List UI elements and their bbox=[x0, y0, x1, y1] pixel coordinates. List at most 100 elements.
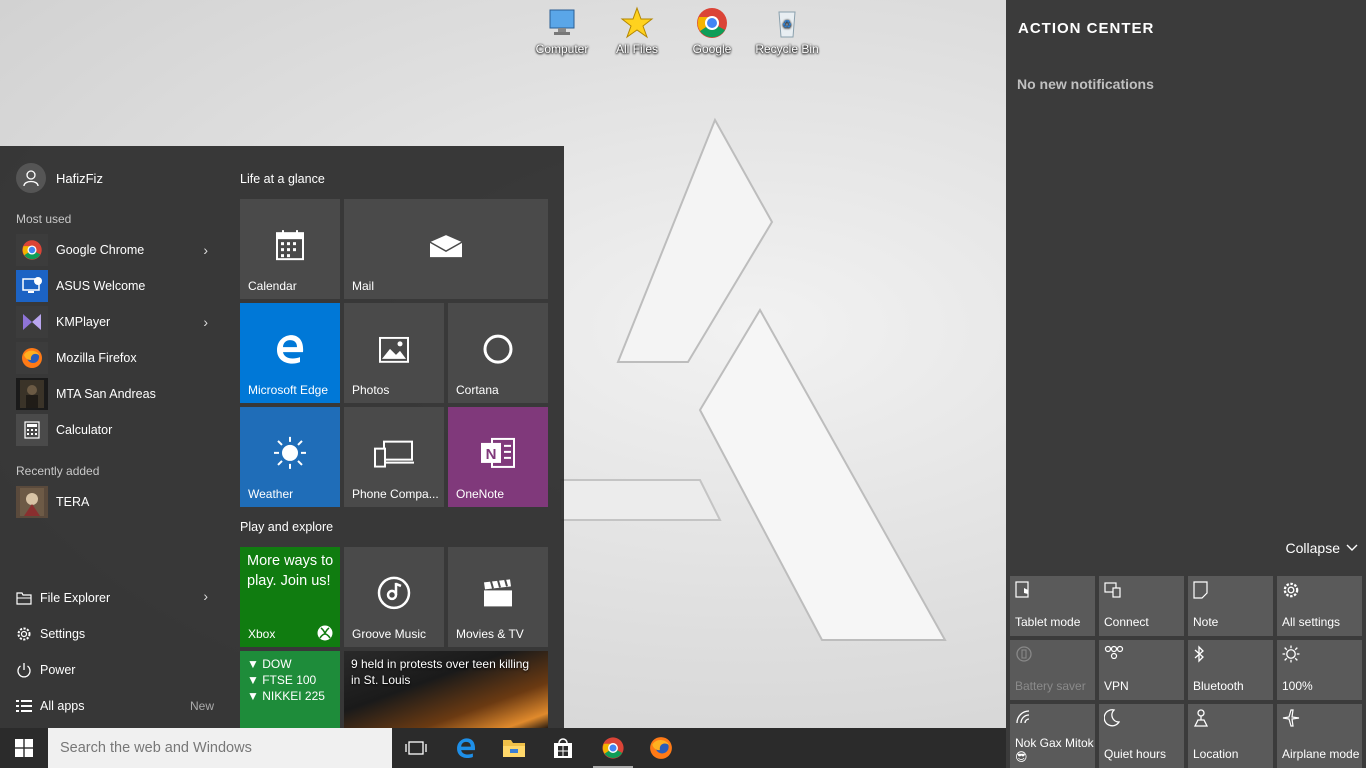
taskbar-store[interactable] bbox=[539, 728, 587, 768]
quick-action-label: Quiet hours bbox=[1104, 747, 1167, 761]
list-icon bbox=[16, 699, 34, 713]
new-badge: New bbox=[189, 699, 214, 713]
desktop-icon-google[interactable]: Google bbox=[676, 6, 748, 56]
vpn-icon bbox=[1104, 645, 1124, 659]
moon-icon bbox=[1104, 709, 1120, 727]
news-headline: 9 held in protests over teen killing in … bbox=[351, 657, 530, 687]
tile-weather[interactable]: Weather bbox=[240, 407, 340, 507]
star-icon bbox=[620, 6, 654, 39]
user-account[interactable]: HafizFiz bbox=[16, 163, 103, 193]
all-apps-link[interactable]: All apps New bbox=[16, 694, 216, 718]
quick-action-brightness[interactable]: 100% bbox=[1277, 640, 1362, 700]
quick-action-bluetooth[interactable]: Bluetooth bbox=[1188, 640, 1273, 700]
tera-icon bbox=[16, 486, 48, 518]
settings-link[interactable]: Settings bbox=[16, 622, 216, 646]
all-apps-label: All apps bbox=[40, 699, 85, 713]
taskbar-firefox[interactable] bbox=[637, 728, 685, 768]
app-label: TERA bbox=[56, 495, 90, 509]
quick-action-airplane-mode[interactable]: Airplane mode bbox=[1277, 704, 1362, 768]
tile-label: Phone Compa... bbox=[352, 487, 439, 501]
tile-label: Microsoft Edge bbox=[248, 383, 329, 397]
tile-calendar[interactable]: Calendar bbox=[240, 199, 340, 299]
chevron-right-icon[interactable]: › bbox=[203, 314, 208, 330]
windows-logo-icon bbox=[15, 739, 33, 757]
quick-action-wifi[interactable]: Nok Gax Mitok 😎 bbox=[1010, 704, 1095, 768]
tile-xbox[interactable]: More ways to play. Join us! Xbox bbox=[240, 547, 340, 647]
app-calculator[interactable]: Calculator bbox=[16, 414, 216, 446]
tile-label: Weather bbox=[248, 487, 294, 501]
app-mta-san-andreas[interactable]: MTA San Andreas bbox=[16, 378, 216, 410]
kmplayer-icon bbox=[16, 306, 48, 338]
quick-action-battery-saver[interactable]: Battery saver bbox=[1010, 640, 1095, 700]
app-label: Calculator bbox=[56, 423, 113, 437]
tile-phone-companion[interactable]: Phone Compa... bbox=[344, 407, 444, 507]
app-tera[interactable]: TERA bbox=[16, 486, 216, 518]
search-placeholder: Search the web and Windows bbox=[60, 740, 252, 756]
app-google-chrome[interactable]: Google Chrome › bbox=[16, 234, 216, 266]
tile-groove-music[interactable]: Groove Music bbox=[344, 547, 444, 647]
quick-action-label: Battery saver bbox=[1015, 679, 1086, 693]
app-label: Google Chrome bbox=[56, 243, 145, 257]
tile-mail[interactable]: Mail bbox=[344, 199, 548, 299]
taskbar-file-explorer[interactable] bbox=[490, 728, 538, 768]
quick-action-tablet-mode[interactable]: Tablet mode bbox=[1010, 576, 1095, 636]
quick-action-label: Note bbox=[1193, 615, 1219, 629]
quick-action-connect[interactable]: Connect bbox=[1099, 576, 1184, 636]
power-button[interactable]: Power bbox=[16, 658, 216, 682]
task-view-button[interactable] bbox=[392, 728, 440, 768]
tile-movies-tv[interactable]: Movies & TV bbox=[448, 547, 548, 647]
avatar bbox=[16, 163, 46, 193]
desktop-icon-label: Google bbox=[692, 42, 732, 56]
quick-action-vpn[interactable]: VPN bbox=[1099, 640, 1184, 700]
app-mozilla-firefox[interactable]: Mozilla Firefox bbox=[16, 342, 216, 374]
quick-action-note[interactable]: Note bbox=[1188, 576, 1273, 636]
airplane-icon bbox=[1282, 709, 1300, 727]
xbox-promo-text: More ways to play. Join us! bbox=[247, 553, 334, 589]
phone-companion-icon bbox=[374, 440, 414, 468]
group-play-and-explore: Play and explore bbox=[240, 520, 334, 534]
app-label: KMPlayer bbox=[56, 315, 111, 329]
gear-icon bbox=[16, 626, 34, 642]
chevron-right-icon[interactable]: › bbox=[203, 242, 208, 258]
desktop-icon-label: Computer bbox=[535, 42, 589, 56]
chrome-icon bbox=[16, 234, 48, 266]
tile-cortana[interactable]: Cortana bbox=[448, 303, 548, 403]
start-button[interactable] bbox=[0, 728, 48, 768]
desktop-icon-recycle-bin[interactable]: ♻ Recycle Bin bbox=[751, 6, 823, 56]
tile-label: Groove Music bbox=[352, 627, 427, 641]
file-explorer-link[interactable]: File Explorer › bbox=[16, 586, 216, 610]
quick-action-all-settings[interactable]: All settings bbox=[1277, 576, 1362, 636]
app-kmplayer[interactable]: KMPlayer › bbox=[16, 306, 216, 338]
quick-action-label: Bluetooth bbox=[1193, 679, 1244, 693]
power-label: Power bbox=[40, 663, 76, 677]
tile-label: Xbox bbox=[248, 627, 276, 641]
tile-money[interactable]: ▼ DOW ▼ FTSE 100 ▼ NIKKEI 225 bbox=[240, 651, 340, 728]
chevron-right-icon[interactable]: › bbox=[203, 588, 208, 604]
ticker-dow: ▼ DOW bbox=[247, 657, 292, 671]
taskbar: Search the web and Windows bbox=[0, 728, 1006, 768]
tile-microsoft-edge[interactable]: Microsoft Edge bbox=[240, 303, 340, 403]
chrome-icon bbox=[697, 8, 727, 38]
calculator-icon bbox=[16, 414, 48, 446]
note-icon bbox=[1193, 581, 1208, 599]
mail-icon bbox=[429, 235, 463, 258]
search-input[interactable]: Search the web and Windows bbox=[48, 728, 392, 768]
app-label: MTA San Andreas bbox=[56, 387, 156, 401]
file-explorer-label: File Explorer bbox=[40, 591, 111, 605]
quick-action-quiet-hours[interactable]: Quiet hours bbox=[1099, 704, 1184, 768]
recently-added-heading: Recently added bbox=[16, 464, 100, 478]
app-label: Mozilla Firefox bbox=[56, 351, 137, 365]
gear-icon bbox=[1283, 582, 1299, 598]
collapse-button[interactable]: Collapse bbox=[1286, 540, 1358, 556]
app-asus-welcome[interactable]: ASUS Welcome bbox=[16, 270, 216, 302]
quick-action-location[interactable]: Location bbox=[1188, 704, 1273, 768]
taskbar-chrome[interactable] bbox=[589, 728, 637, 768]
desktop-icon-all-files[interactable]: All Files bbox=[601, 6, 673, 56]
taskbar-edge[interactable] bbox=[442, 728, 490, 768]
file-explorer-icon bbox=[503, 740, 525, 757]
tile-onenote[interactable]: N OneNote bbox=[448, 407, 548, 507]
desktop-icon-computer[interactable]: Computer bbox=[526, 6, 598, 56]
sun-icon bbox=[274, 436, 306, 469]
tile-photos[interactable]: Photos bbox=[344, 303, 444, 403]
tile-news[interactable]: 9 held in protests over teen killing in … bbox=[344, 651, 548, 728]
